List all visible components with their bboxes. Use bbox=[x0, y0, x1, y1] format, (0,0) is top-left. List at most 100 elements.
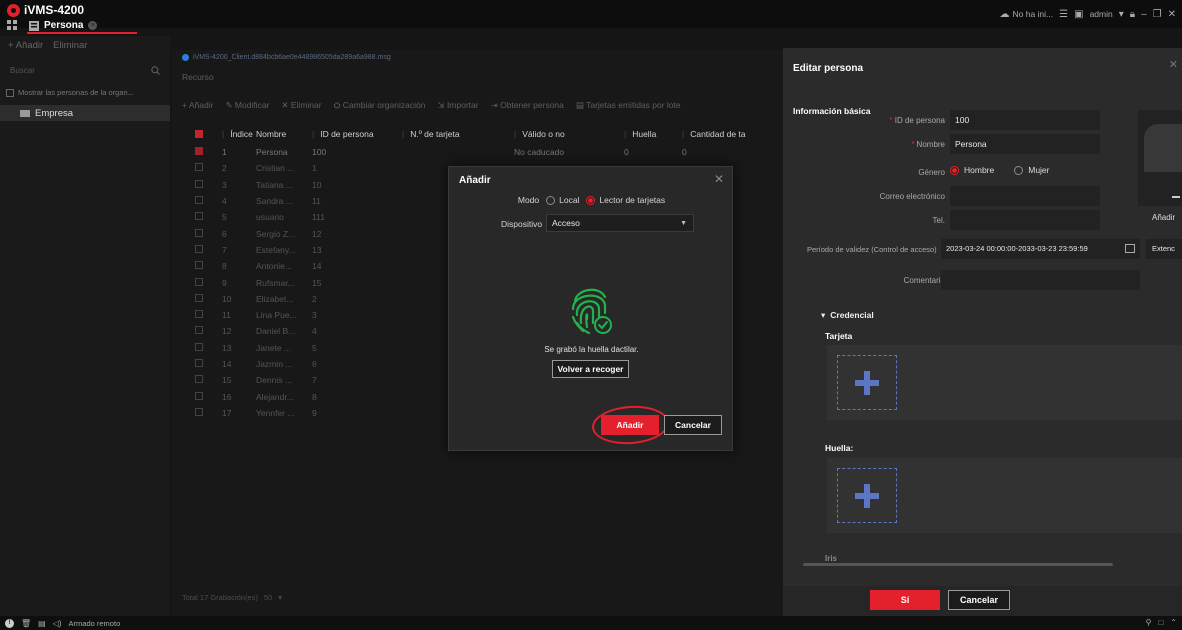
cancel-edit-button[interactable]: Cancelar bbox=[948, 590, 1010, 610]
mode-card-reader-radio[interactable]: Lector de tarjetas bbox=[586, 195, 665, 205]
gender-male-radio[interactable] bbox=[950, 165, 959, 175]
minimize-icon[interactable]: – bbox=[1141, 9, 1147, 20]
col-valid[interactable]: | Válido o no bbox=[514, 129, 624, 139]
collapse-icon[interactable]: ⌃ bbox=[1170, 618, 1177, 627]
checkbox-box[interactable] bbox=[195, 212, 203, 221]
list-icon[interactable]: ☰ bbox=[1059, 9, 1068, 20]
checkbox-box[interactable] bbox=[195, 261, 203, 270]
remote-arming-label[interactable]: Armado remoto bbox=[69, 619, 121, 628]
checkbox-box[interactable] bbox=[195, 196, 203, 205]
horizontal-scrollbar[interactable] bbox=[803, 563, 1113, 566]
checkbox-box[interactable] bbox=[195, 147, 203, 156]
close-window-icon[interactable]: ✕ bbox=[1168, 9, 1176, 20]
row-checkbox[interactable] bbox=[182, 244, 222, 255]
connection-status[interactable]: ☁ No ha ini... bbox=[1000, 9, 1054, 20]
col-index[interactable]: | Índice bbox=[222, 129, 256, 139]
tab-close-icon[interactable]: × bbox=[88, 21, 98, 30]
mode-local-radio[interactable]: Local bbox=[546, 195, 579, 205]
row-checkbox[interactable] bbox=[182, 277, 222, 288]
add-card-tile[interactable] bbox=[837, 355, 897, 410]
chevron-down-icon[interactable]: ▾ bbox=[1119, 9, 1124, 20]
phone-field[interactable] bbox=[950, 210, 1100, 230]
person-id-field[interactable]: 100 bbox=[950, 110, 1100, 130]
checkbox-box[interactable] bbox=[195, 310, 203, 319]
toolbar-add-button[interactable]: + Añadir bbox=[182, 100, 213, 111]
monitor-icon[interactable]: ▤ bbox=[38, 619, 46, 628]
checkbox-box[interactable] bbox=[195, 179, 203, 188]
row-checkbox[interactable] bbox=[182, 310, 222, 320]
checkbox-box[interactable] bbox=[6, 88, 14, 97]
grid-menu-icon[interactable] bbox=[7, 20, 18, 30]
row-checkbox[interactable] bbox=[182, 163, 222, 173]
checkbox-box[interactable] bbox=[195, 391, 203, 400]
table-row[interactable]: 1 Persona 100 No caducado 0 0 bbox=[182, 144, 780, 160]
checkbox-box[interactable] bbox=[195, 228, 203, 237]
col-card-count[interactable]: | Cantidad de ta bbox=[682, 129, 780, 139]
trash-icon[interactable]: 🗑︎ bbox=[21, 619, 31, 628]
sidebar-delete-button[interactable]: Eliminar bbox=[53, 40, 87, 51]
window-icon[interactable]: □ bbox=[1158, 618, 1163, 627]
user-menu[interactable]: admin bbox=[1090, 9, 1113, 19]
cancel-button[interactable]: Cancelar bbox=[664, 415, 722, 435]
checkbox-box[interactable] bbox=[195, 359, 203, 367]
checkbox-box[interactable] bbox=[195, 130, 203, 138]
checkbox-box[interactable] bbox=[195, 293, 203, 302]
gender-female-radio[interactable] bbox=[1014, 165, 1024, 175]
toolbar-get-person-button[interactable]: ⇥ Obtener persona bbox=[491, 100, 564, 111]
calendar-icon[interactable] bbox=[1125, 244, 1135, 253]
page-size-select[interactable]: 50 bbox=[264, 593, 272, 602]
photo-add-label[interactable]: Añadir bbox=[1152, 213, 1175, 222]
row-checkbox[interactable] bbox=[182, 326, 222, 336]
col-person-id[interactable]: | ID de persona bbox=[312, 129, 402, 139]
sidebar-search-input[interactable]: Buscar bbox=[6, 62, 164, 78]
add-button[interactable]: Añadir bbox=[601, 415, 659, 435]
name-field[interactable]: Persona bbox=[950, 134, 1100, 154]
row-checkbox[interactable] bbox=[182, 147, 222, 157]
retake-button[interactable]: Volver a recoger bbox=[552, 360, 629, 378]
sidebar-add-button[interactable]: + Añadir bbox=[8, 40, 43, 51]
toolbar-import-button[interactable]: ⇲ Importar bbox=[437, 100, 478, 111]
close-icon[interactable]: ✕ bbox=[1169, 58, 1178, 71]
lock-icon[interactable]: 🔒︎ bbox=[1130, 9, 1135, 20]
add-fingerprint-tile[interactable] bbox=[837, 468, 897, 523]
row-checkbox[interactable] bbox=[182, 261, 222, 271]
toolbar-delete-button[interactable]: ✕ Eliminar bbox=[281, 100, 321, 111]
checkbox-box[interactable] bbox=[195, 342, 203, 351]
comment-field[interactable] bbox=[941, 270, 1140, 290]
chevron-down-icon[interactable]: ▾ bbox=[278, 593, 282, 602]
pin-icon[interactable]: ⚲ bbox=[1146, 618, 1152, 627]
row-checkbox[interactable] bbox=[182, 359, 222, 369]
validity-field[interactable]: 2023-03-24 00:00:00-2033-03-23 23:59:59 bbox=[941, 239, 1140, 259]
checkbox-box[interactable] bbox=[195, 407, 203, 416]
sidebar-item-empresa[interactable]: Empresa bbox=[0, 105, 170, 121]
checkbox-box[interactable] bbox=[195, 244, 203, 253]
toolbar-modify-button[interactable]: ✎ Modificar bbox=[225, 100, 269, 111]
email-field[interactable] bbox=[950, 186, 1100, 206]
alarm-icon[interactable]: ! bbox=[5, 618, 14, 628]
row-checkbox[interactable] bbox=[182, 196, 222, 206]
search-icon[interactable] bbox=[151, 65, 160, 75]
row-checkbox[interactable] bbox=[182, 391, 222, 402]
row-checkbox[interactable] bbox=[182, 212, 222, 222]
speaker-icon[interactable]: ◁) bbox=[53, 619, 62, 628]
checkbox-box[interactable] bbox=[195, 277, 203, 286]
toolbar-batch-cards-button[interactable]: ▤ Tarjetas emitidas por lote bbox=[576, 100, 681, 111]
col-name[interactable]: Nombre bbox=[256, 129, 312, 139]
col-fingerprint[interactable]: | Huella bbox=[624, 129, 682, 139]
chevron-down-icon[interactable]: ▼ bbox=[680, 216, 687, 232]
tab-persona[interactable]: Persona × bbox=[25, 19, 137, 34]
col-card-number[interactable]: | N.º de tarjeta bbox=[402, 129, 514, 139]
row-checkbox[interactable] bbox=[182, 179, 222, 190]
radio-circle[interactable] bbox=[546, 195, 556, 205]
row-checkbox[interactable] bbox=[182, 228, 222, 239]
row-checkbox[interactable] bbox=[182, 407, 222, 418]
row-checkbox[interactable] bbox=[182, 342, 222, 353]
extend-button[interactable]: Extenc bbox=[1146, 239, 1182, 259]
maximize-icon[interactable]: ❐ bbox=[1153, 9, 1162, 20]
checkbox-box[interactable] bbox=[195, 163, 203, 172]
credential-section-toggle[interactable]: ▾ Credencial bbox=[821, 310, 874, 321]
select-all-checkbox[interactable] bbox=[182, 130, 222, 138]
checkbox-box[interactable] bbox=[195, 326, 203, 335]
show-org-persons-checkbox[interactable]: Mostrar las personas de la organ... bbox=[6, 88, 170, 97]
close-icon[interactable]: ✕ bbox=[714, 172, 724, 186]
